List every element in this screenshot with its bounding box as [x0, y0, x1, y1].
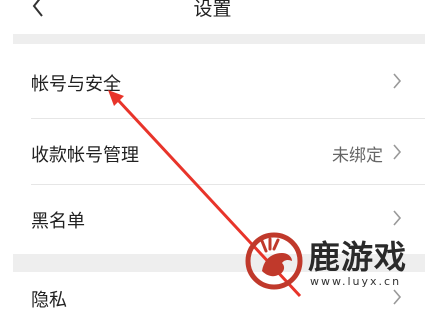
- top-bar: 设置: [0, 0, 425, 30]
- settings-item-label: 帐号与安全: [31, 74, 121, 95]
- settings-item-label: 黑名单: [31, 211, 85, 232]
- watermark: 鹿游戏 www.luyx.cn: [240, 228, 425, 298]
- settings-item-label: 隐私: [31, 290, 67, 311]
- chevron-right-icon: [393, 144, 402, 160]
- deer-logo-icon: [245, 232, 303, 290]
- settings-item-label: 收款帐号管理: [31, 145, 139, 166]
- page-title: 设置: [193, 0, 232, 20]
- watermark-url: www.luyx.cn: [310, 275, 402, 288]
- chevron-right-icon: [393, 73, 402, 89]
- settings-item-payment-account[interactable]: 收款帐号管理 未绑定: [13, 119, 425, 185]
- chevron-right-icon: [393, 210, 402, 226]
- settings-item-value: 未绑定: [332, 146, 383, 166]
- watermark-title: 鹿游戏: [308, 238, 408, 276]
- settings-item-account-security[interactable]: 帐号与安全: [13, 44, 425, 119]
- section-divider: [13, 34, 425, 44]
